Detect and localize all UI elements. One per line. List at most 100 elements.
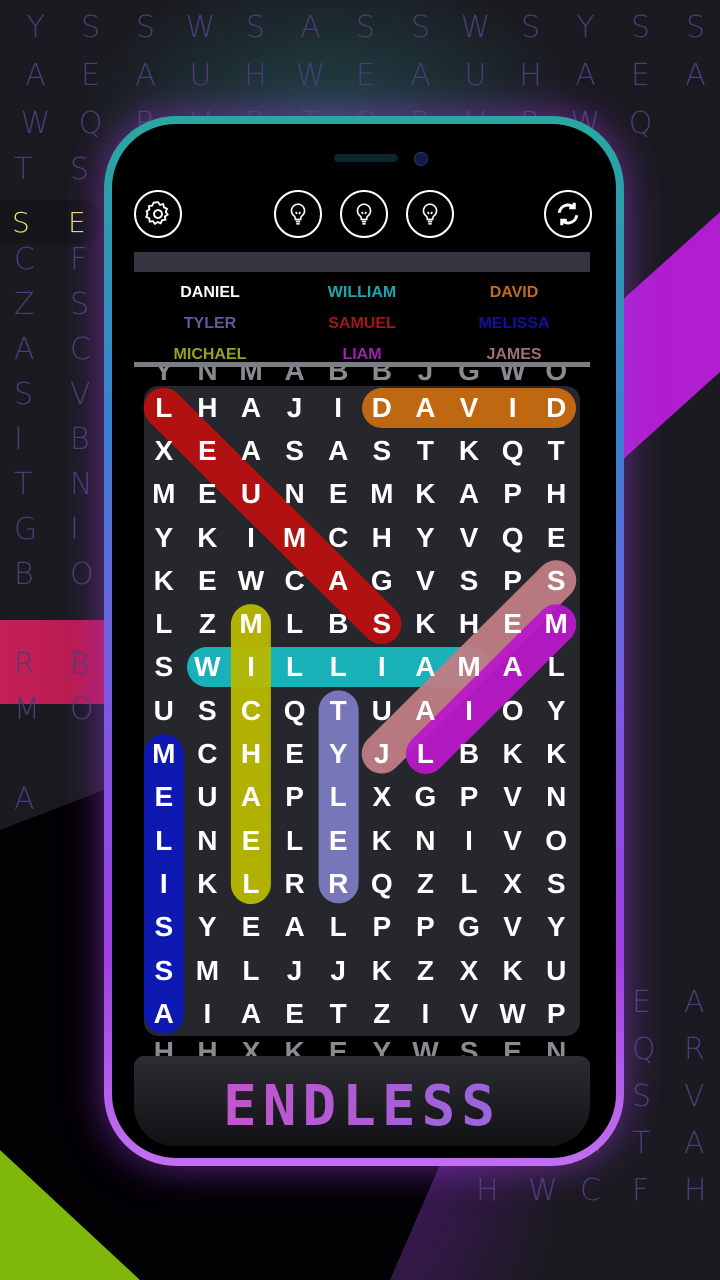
grid-cell[interactable]: T: [534, 429, 578, 472]
grid-cell[interactable]: P: [534, 992, 578, 1035]
grid-cell[interactable]: A: [404, 386, 448, 429]
grid-cell[interactable]: S: [142, 646, 186, 689]
grid-cell[interactable]: I: [229, 646, 273, 689]
grid-cell[interactable]: C: [273, 559, 317, 602]
grid-cell[interactable]: K: [360, 949, 404, 992]
grid-cell[interactable]: I: [447, 689, 491, 732]
grid-cell[interactable]: A: [229, 776, 273, 819]
grid-cell[interactable]: A: [273, 906, 317, 949]
grid-cell[interactable]: L: [316, 776, 360, 819]
grid-cell[interactable]: H: [186, 386, 230, 429]
grid-cell[interactable]: L: [273, 819, 317, 862]
grid-cell[interactable]: L: [142, 819, 186, 862]
grid-cell[interactable]: I: [404, 992, 448, 1035]
grid-cell[interactable]: Y: [534, 906, 578, 949]
grid-cell[interactable]: K: [491, 732, 535, 775]
grid-cell[interactable]: V: [491, 906, 535, 949]
grid-cell[interactable]: L: [447, 862, 491, 905]
grid-cell[interactable]: A: [491, 646, 535, 689]
grid-cell[interactable]: V: [491, 776, 535, 819]
grid-cell[interactable]: E: [534, 516, 578, 559]
grid-cell[interactable]: E: [316, 819, 360, 862]
grid-cell[interactable]: M: [447, 646, 491, 689]
grid-cell[interactable]: Y: [404, 516, 448, 559]
grid-cell[interactable]: L: [142, 386, 186, 429]
grid-cell[interactable]: U: [186, 776, 230, 819]
grid-cell[interactable]: M: [186, 949, 230, 992]
grid-cell[interactable]: Q: [491, 429, 535, 472]
grid-cell[interactable]: R: [316, 862, 360, 905]
grid-cell[interactable]: O: [491, 689, 535, 732]
grid-cell[interactable]: Q: [360, 862, 404, 905]
grid-cell[interactable]: G: [404, 776, 448, 819]
grid-cell[interactable]: W: [186, 646, 230, 689]
grid-cell[interactable]: T: [404, 429, 448, 472]
grid-cell[interactable]: K: [142, 559, 186, 602]
grid-cell[interactable]: L: [229, 862, 273, 905]
grid-cell[interactable]: J: [273, 949, 317, 992]
grid-cell[interactable]: Q: [491, 516, 535, 559]
grid-cell[interactable]: S: [447, 559, 491, 602]
grid-cell[interactable]: Y: [186, 906, 230, 949]
hint-button-2[interactable]: [340, 190, 388, 238]
grid-cell[interactable]: K: [186, 862, 230, 905]
grid-cell[interactable]: H: [229, 732, 273, 775]
grid-cell[interactable]: P: [273, 776, 317, 819]
grid-cell[interactable]: L: [534, 646, 578, 689]
grid-cell[interactable]: I: [142, 862, 186, 905]
grid-cell[interactable]: E: [273, 992, 317, 1035]
grid-cell[interactable]: J: [360, 732, 404, 775]
grid-cell[interactable]: E: [491, 603, 535, 646]
grid-cell[interactable]: A: [404, 689, 448, 732]
grid-cell[interactable]: E: [229, 819, 273, 862]
grid-cell[interactable]: A: [229, 992, 273, 1035]
grid-cell[interactable]: L: [229, 949, 273, 992]
grid-cell[interactable]: G: [447, 906, 491, 949]
grid-cell[interactable]: M: [142, 473, 186, 516]
grid-cell[interactable]: J: [316, 949, 360, 992]
refresh-button[interactable]: [544, 190, 592, 238]
grid-cell[interactable]: I: [316, 386, 360, 429]
grid-cell[interactable]: A: [447, 473, 491, 516]
grid-cell[interactable]: P: [491, 473, 535, 516]
grid-cell[interactable]: L: [404, 732, 448, 775]
grid-cell[interactable]: G: [360, 559, 404, 602]
grid-cell[interactable]: M: [229, 603, 273, 646]
grid-cell[interactable]: U: [229, 473, 273, 516]
grid-cell[interactable]: E: [273, 732, 317, 775]
grid-cell[interactable]: D: [360, 386, 404, 429]
grid-cell[interactable]: L: [316, 646, 360, 689]
grid-cell[interactable]: Y: [534, 689, 578, 732]
grid-cell[interactable]: H: [360, 516, 404, 559]
grid-cell[interactable]: H: [447, 603, 491, 646]
grid-cell[interactable]: E: [142, 776, 186, 819]
grid-cell[interactable]: K: [534, 732, 578, 775]
grid-cell[interactable]: E: [316, 473, 360, 516]
grid-cell[interactable]: L: [273, 603, 317, 646]
grid-cell[interactable]: E: [229, 906, 273, 949]
grid-cell[interactable]: S: [360, 603, 404, 646]
grid-cell[interactable]: U: [534, 949, 578, 992]
grid-cell[interactable]: U: [142, 689, 186, 732]
grid-cell[interactable]: D: [534, 386, 578, 429]
grid-cell[interactable]: Z: [404, 949, 448, 992]
grid-cell[interactable]: V: [491, 819, 535, 862]
grid-cell[interactable]: X: [142, 429, 186, 472]
grid-cell[interactable]: S: [186, 689, 230, 732]
grid-cell[interactable]: L: [273, 646, 317, 689]
grid-cell[interactable]: Z: [404, 862, 448, 905]
grid-cell[interactable]: J: [273, 386, 317, 429]
grid-cell[interactable]: I: [447, 819, 491, 862]
grid-cell[interactable]: K: [491, 949, 535, 992]
grid-cell[interactable]: M: [360, 473, 404, 516]
grid-cell[interactable]: K: [186, 516, 230, 559]
grid-cell[interactable]: S: [534, 862, 578, 905]
grid-cell[interactable]: Y: [316, 732, 360, 775]
grid-cell[interactable]: H: [534, 473, 578, 516]
grid-cell[interactable]: S: [534, 559, 578, 602]
grid-cell[interactable]: N: [273, 473, 317, 516]
grid-cell[interactable]: V: [447, 516, 491, 559]
hint-button-1[interactable]: [274, 190, 322, 238]
grid-cell[interactable]: I: [186, 992, 230, 1035]
grid-cell[interactable]: A: [404, 646, 448, 689]
